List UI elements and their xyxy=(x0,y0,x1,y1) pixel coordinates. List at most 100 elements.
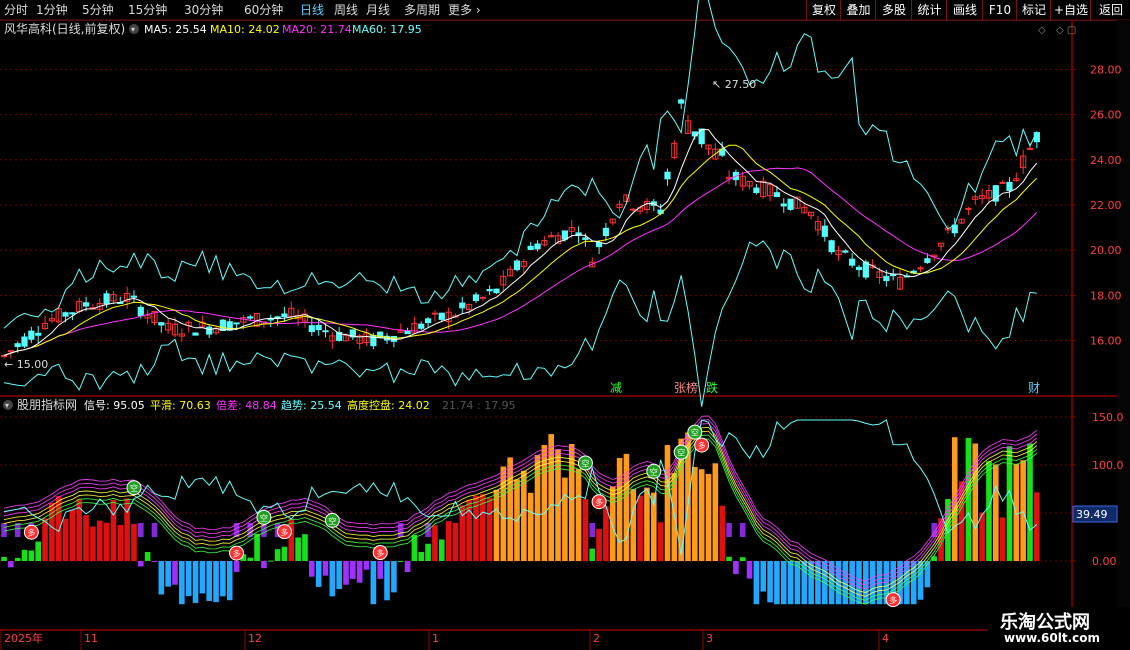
histogram-bar xyxy=(377,561,383,579)
histogram-bar xyxy=(213,561,219,603)
histogram-bar xyxy=(8,561,14,568)
histogram-bar xyxy=(69,509,76,561)
svg-text:空: 空 xyxy=(677,448,685,458)
price-tick: 16.00 xyxy=(1090,335,1122,348)
histogram-bar xyxy=(295,537,301,561)
histogram-bar xyxy=(1,556,7,561)
candle xyxy=(602,227,610,237)
histogram-bar xyxy=(21,549,28,561)
histogram-bar xyxy=(96,520,103,561)
histogram-bar xyxy=(165,561,171,587)
histogram-bar xyxy=(138,561,144,567)
histogram-bar xyxy=(692,466,698,561)
trend-line xyxy=(3,419,1038,555)
histogram-bar xyxy=(616,457,623,561)
histogram-bar xyxy=(370,561,377,605)
histogram-bar xyxy=(767,561,773,603)
histogram-bar xyxy=(507,457,513,561)
indicator-readout: 信号: 95.05 xyxy=(84,399,145,412)
histogram-bar xyxy=(698,469,705,561)
histogram-bar xyxy=(637,495,643,561)
event-marker[interactable]: 减 xyxy=(610,381,622,395)
indicator-readout: 平滑: 70.63 xyxy=(150,399,211,412)
price-tick: 18.00 xyxy=(1090,289,1122,302)
svg-text:空: 空 xyxy=(260,513,268,523)
histogram-bar xyxy=(199,561,206,594)
candle xyxy=(787,198,794,210)
candle xyxy=(14,343,21,348)
price-tick: 24.00 xyxy=(1090,154,1122,167)
indicator-tick: 100.0 xyxy=(1092,459,1124,472)
histogram-bar xyxy=(267,560,274,562)
histogram-bar xyxy=(28,550,35,561)
candle xyxy=(561,230,568,240)
histogram-bar xyxy=(1027,443,1033,561)
svg-text:多: 多 xyxy=(233,549,241,559)
x-axis-label: 1 xyxy=(432,632,439,645)
current-value-badge: 39.49 xyxy=(1076,508,1108,521)
event-marker[interactable]: 财 xyxy=(1028,381,1040,395)
x-axis-label: 3 xyxy=(706,632,713,645)
svg-text:多: 多 xyxy=(280,527,288,537)
panel-toggle-icon[interactable]: ◇ ▢ xyxy=(1056,25,1076,36)
candle xyxy=(35,332,42,336)
histogram-bar xyxy=(1020,460,1026,561)
histogram-bar xyxy=(863,561,869,605)
upper-band-line xyxy=(3,0,1038,329)
indicator-dropdown-icon[interactable]: ▾ xyxy=(5,401,9,410)
histogram-bar xyxy=(336,561,342,590)
candle xyxy=(103,293,110,305)
ma-readout: MA60: 17.95 xyxy=(352,23,422,36)
candle xyxy=(424,318,432,324)
event-marker[interactable]: 跌 xyxy=(706,380,718,395)
histogram-bar xyxy=(315,561,322,587)
indicator-tick: 150.0 xyxy=(1092,411,1124,424)
histogram-bar xyxy=(363,561,370,570)
ma-readout: MA20: 21.74 xyxy=(282,23,352,36)
histogram-bar xyxy=(568,444,575,561)
candle xyxy=(404,330,411,335)
candle xyxy=(862,261,869,278)
histogram-bar xyxy=(644,487,650,561)
x-axis-label: 11 xyxy=(84,632,98,645)
candle xyxy=(247,316,254,319)
histogram-bar xyxy=(993,464,999,561)
candle xyxy=(513,260,521,271)
dropdown-icon[interactable]: ▾ xyxy=(131,25,135,34)
candle xyxy=(855,266,863,271)
candle xyxy=(130,295,138,298)
histogram-bar xyxy=(774,561,780,605)
candle xyxy=(472,294,480,301)
candle xyxy=(965,207,972,210)
event-marker[interactable]: 张榜 xyxy=(674,380,698,395)
histogram-bar xyxy=(62,518,69,561)
candle xyxy=(883,275,890,282)
candle xyxy=(780,203,787,207)
histogram-bar xyxy=(302,534,308,561)
indicator-readout: 高度控盘: 24.02 xyxy=(347,398,430,412)
histogram-bar xyxy=(233,561,240,572)
settings-icon[interactable]: ◇ xyxy=(1038,25,1046,36)
histogram-bar xyxy=(603,506,609,561)
histogram-bar xyxy=(185,561,192,596)
histogram-bar xyxy=(466,500,472,561)
histogram-bar xyxy=(356,561,363,583)
histogram-bar xyxy=(391,561,397,593)
candle xyxy=(534,243,541,250)
indicator-fan-line xyxy=(3,419,1038,586)
candle xyxy=(7,350,14,353)
histogram-bar xyxy=(322,561,329,576)
histogram-bar xyxy=(117,524,124,561)
low-price-label: ← 15.00 xyxy=(4,358,48,371)
svg-text:空: 空 xyxy=(650,467,658,477)
candle xyxy=(678,99,685,104)
histogram-bar xyxy=(110,499,117,561)
candle xyxy=(219,319,226,332)
histogram-bar xyxy=(179,561,185,605)
histogram-bar xyxy=(527,492,534,561)
candle xyxy=(1033,132,1040,143)
histogram-bar xyxy=(739,557,746,561)
watermark-logo: 乐淘公式网 www.60lt.com xyxy=(988,607,1130,650)
candle xyxy=(527,245,534,251)
histogram-bar xyxy=(493,489,500,561)
